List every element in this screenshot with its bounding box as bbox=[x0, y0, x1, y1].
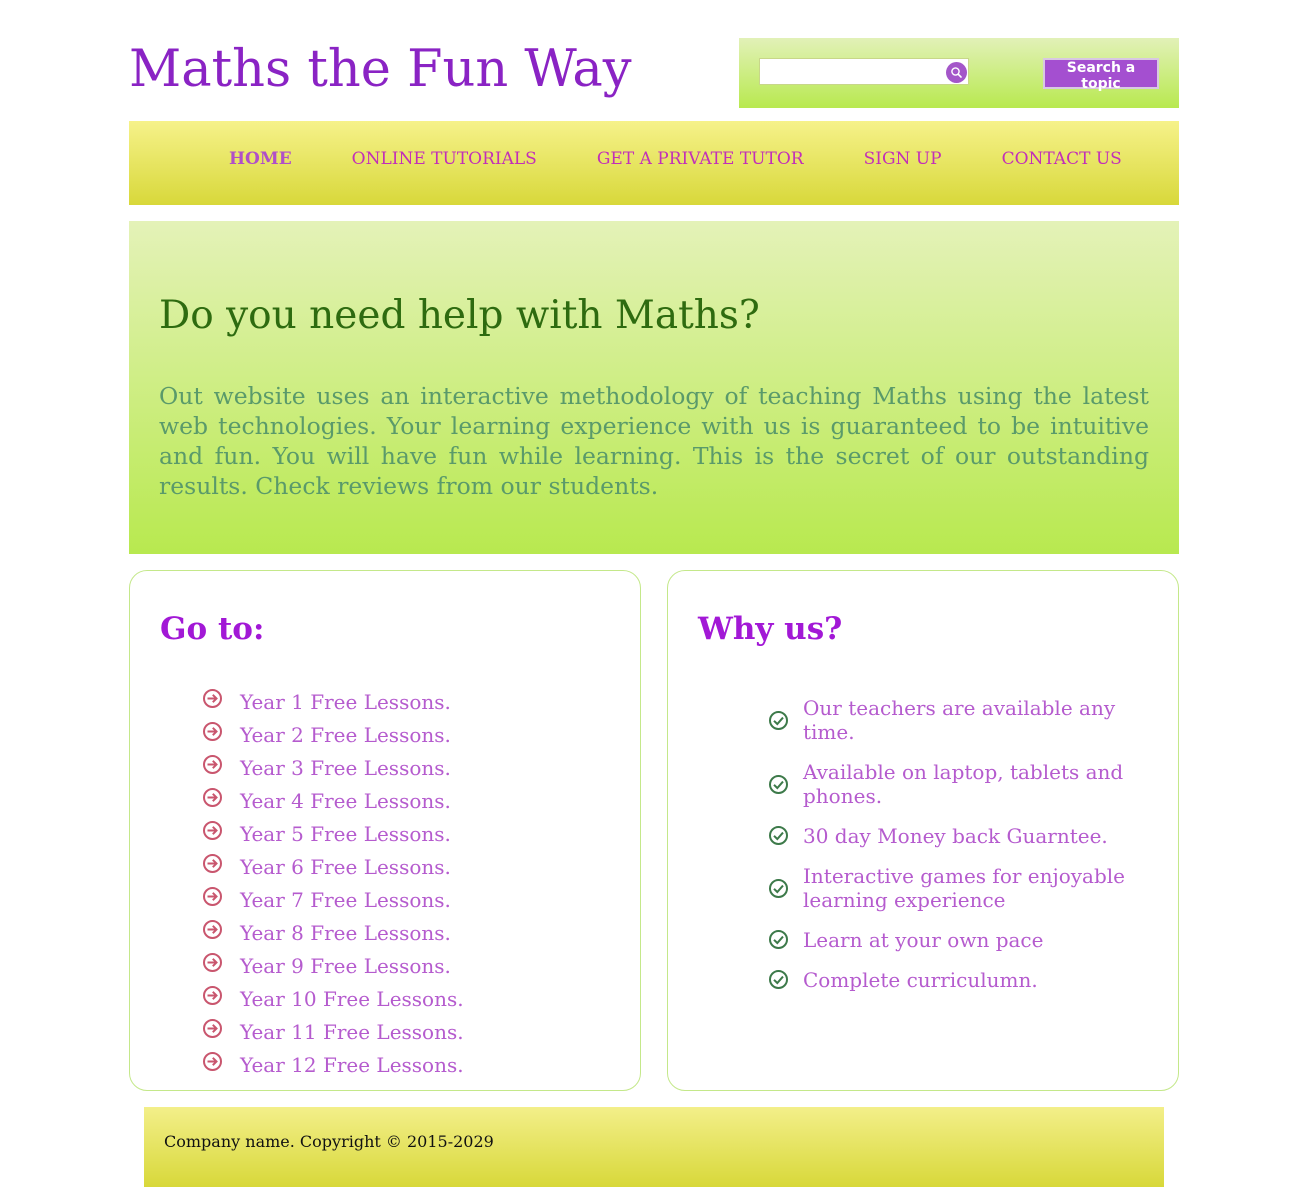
check-circle-icon bbox=[769, 775, 788, 794]
lesson-link[interactable]: Year 1 Free Lessons. bbox=[240, 689, 451, 715]
why-us-item: 30 day Money back Guarntee. bbox=[768, 824, 1138, 848]
lesson-link[interactable]: Year 5 Free Lessons. bbox=[240, 821, 451, 847]
footer: Company name. Copyright © 2015-2029 bbox=[144, 1107, 1164, 1187]
site-title: Maths the Fun Way bbox=[129, 40, 632, 99]
arrow-circle-right-icon bbox=[203, 1019, 222, 1038]
arrow-circle-right-icon bbox=[203, 1052, 222, 1071]
search-input[interactable] bbox=[760, 59, 952, 84]
why-us-item: Complete curriculumn. bbox=[768, 968, 1138, 992]
why-us-text: Our teachers are available any time. bbox=[803, 696, 1116, 744]
arrow-circle-right-icon bbox=[203, 755, 222, 774]
nav-link-sign-up[interactable]: SIGN UP bbox=[834, 145, 972, 174]
arrow-circle-right-icon bbox=[203, 689, 222, 708]
why-us-item: Interactive games for enjoyable learning… bbox=[768, 864, 1138, 912]
goto-panel: Go to: Year 1 Free Lessons. Year 2 Free L… bbox=[129, 570, 641, 1091]
arrow-circle-right-icon bbox=[203, 986, 222, 1005]
why-us-item: Our teachers are available any time. bbox=[768, 696, 1138, 744]
why-us-text: Complete curriculumn. bbox=[803, 968, 1038, 992]
search-field bbox=[759, 58, 969, 85]
arrow-circle-right-icon bbox=[203, 722, 222, 741]
why-us-text: Available on laptop, tablets and phones. bbox=[803, 760, 1124, 808]
why-us-text: 30 day Money back Guarntee. bbox=[803, 824, 1108, 848]
nav-list: HOME ONLINE TUTORIALS GET A PRIVATE TUTOR S… bbox=[199, 145, 1152, 174]
nav-link-contact-us[interactable]: CONTACT US bbox=[972, 145, 1152, 174]
why-us-title: Why us? bbox=[698, 611, 843, 647]
why-us-list: Our teachers are available any time. Avai… bbox=[768, 696, 1138, 1008]
lesson-link[interactable]: Year 8 Free Lessons. bbox=[240, 920, 451, 946]
lesson-link[interactable]: Year 7 Free Lessons. bbox=[240, 887, 451, 913]
nav-link-home[interactable]: HOME bbox=[199, 145, 322, 174]
check-circle-icon bbox=[769, 930, 788, 949]
why-us-panel: Why us? Our teachers are available any t… bbox=[667, 570, 1179, 1091]
nav-link-get-a-private-tutor[interactable]: GET A PRIVATE TUTOR bbox=[567, 145, 834, 174]
lesson-link[interactable]: Year 9 Free Lessons. bbox=[240, 953, 451, 979]
copyright-text: Company name. Copyright © 2015-2029 bbox=[164, 1132, 494, 1151]
check-circle-icon bbox=[769, 879, 788, 898]
hero-description: Out website uses an interactive methodol… bbox=[159, 382, 1149, 500]
check-circle-icon bbox=[769, 826, 788, 845]
arrow-circle-right-icon bbox=[203, 821, 222, 840]
lesson-link[interactable]: Year 11 Free Lessons. bbox=[240, 1019, 464, 1045]
lesson-link[interactable]: Year 6 Free Lessons. bbox=[240, 854, 451, 880]
why-us-item: Available on laptop, tablets and phones. bbox=[768, 760, 1138, 808]
check-circle-icon bbox=[769, 970, 788, 989]
search-topic-button[interactable]: Search a topic bbox=[1043, 58, 1159, 92]
hero-title: Do you need help with Maths? bbox=[159, 293, 760, 338]
lesson-link[interactable]: Year 10 Free Lessons. bbox=[240, 986, 464, 1012]
why-us-text: Learn at your own pace bbox=[803, 928, 1044, 952]
nav-link-online-tutorials[interactable]: ONLINE TUTORIALS bbox=[322, 145, 567, 174]
why-us-item: Learn at your own pace bbox=[768, 928, 1138, 952]
search-icon[interactable] bbox=[946, 62, 967, 83]
arrow-circle-right-icon bbox=[203, 788, 222, 807]
lesson-link[interactable]: Year 2 Free Lessons. bbox=[240, 722, 451, 748]
main-navigation: HOME ONLINE TUTORIALS GET A PRIVATE TUTOR S… bbox=[129, 121, 1179, 205]
arrow-circle-right-icon bbox=[203, 854, 222, 873]
check-circle-icon bbox=[769, 711, 788, 730]
lesson-link[interactable]: Year 3 Free Lessons. bbox=[240, 755, 451, 781]
arrow-circle-right-icon bbox=[203, 887, 222, 906]
arrow-circle-right-icon bbox=[203, 920, 222, 939]
goto-title: Go to: bbox=[160, 611, 265, 647]
why-us-text: Interactive games for enjoyable learning… bbox=[803, 864, 1125, 912]
hero-banner: Do you need help with Maths? Out website… bbox=[129, 221, 1179, 554]
arrow-circle-right-icon bbox=[203, 953, 222, 972]
lesson-link[interactable]: Year 12 Free Lessons. bbox=[240, 1052, 464, 1078]
lesson-link[interactable]: Year 4 Free Lessons. bbox=[240, 788, 451, 814]
search-bar: Search a topic bbox=[739, 38, 1179, 108]
